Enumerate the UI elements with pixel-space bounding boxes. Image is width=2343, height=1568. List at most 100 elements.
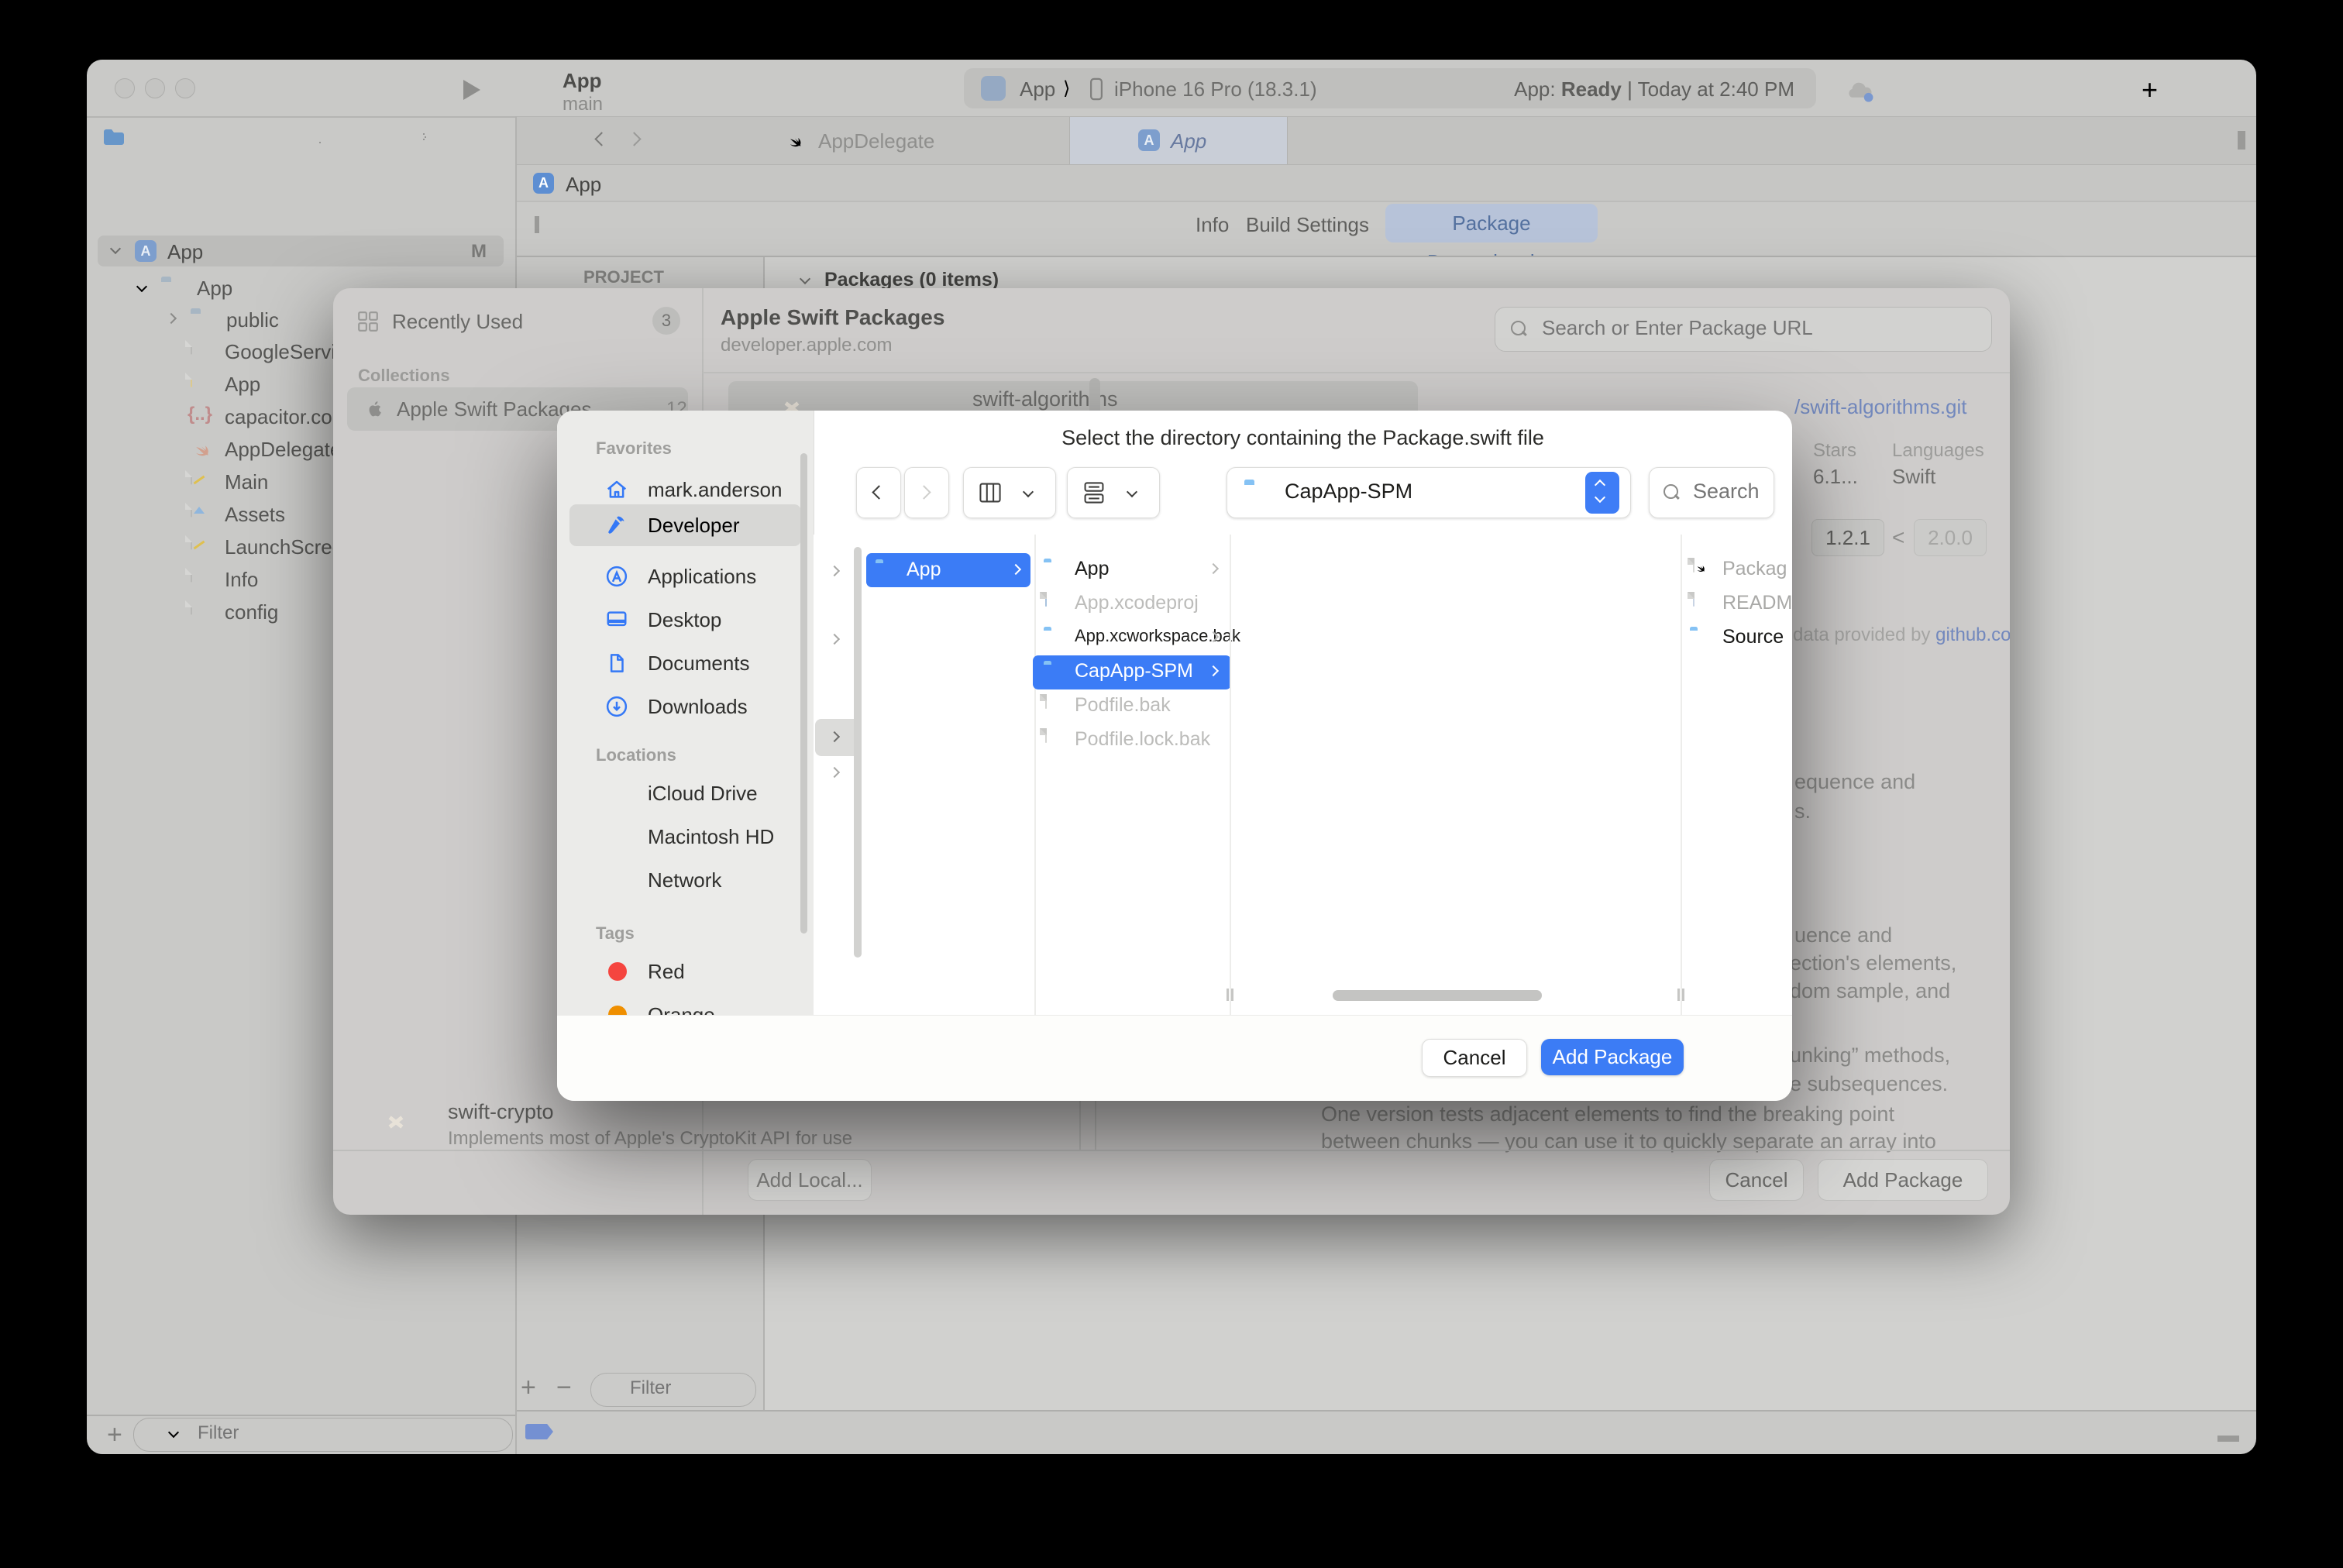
breadcrumb[interactable]: App — [566, 173, 601, 197]
close-button[interactable] — [115, 78, 135, 98]
activity-status-bar[interactable]: App ⟩ iPhone 16 Pro (18.3.1) App: Ready … — [964, 68, 1816, 108]
forward-button[interactable] — [904, 467, 949, 518]
navigator-debug-icon[interactable] — [409, 128, 429, 148]
row-app[interactable]: App — [1036, 553, 1228, 587]
minimap-toggle-icon[interactable] — [530, 211, 550, 238]
navigator-tests-icon[interactable] — [360, 128, 380, 148]
navigator-breakpoint-icon[interactable] — [457, 131, 479, 146]
project-remove-button[interactable]: − — [556, 1373, 572, 1403]
refresh-icon[interactable] — [2169, 129, 2191, 151]
project-add-button[interactable]: + — [521, 1373, 536, 1403]
column-resize-handle[interactable] — [1677, 989, 1680, 1001]
tree-row[interactable]: GoogleService — [191, 339, 192, 352]
path-dropdown[interactable]: CapApp-SPM — [1227, 467, 1631, 518]
tree-row[interactable]: config — [191, 599, 192, 613]
scheme-name[interactable]: App — [563, 69, 602, 93]
horizontal-scrollbar[interactable] — [1333, 990, 1542, 1001]
navigator-bookmark-icon[interactable] — [212, 128, 232, 148]
bottombar-toggle-icon[interactable] — [2216, 1423, 2241, 1443]
sidebar-item-downloads[interactable]: Downloads — [557, 685, 814, 728]
tree-row[interactable]: LaunchScreen — [191, 534, 192, 548]
desc-fragment: e subsequences. — [1790, 1072, 1948, 1096]
plus-minus-icon[interactable] — [492, 1424, 515, 1444]
project-filter-input[interactable] — [628, 1377, 748, 1400]
dialog-add-package-button[interactable]: Add Package — [1541, 1039, 1684, 1075]
package-row[interactable]: swift-crypto Implements most of Apple's … — [333, 1099, 1079, 1150]
tree-row[interactable]: Assets — [191, 501, 192, 515]
navigator-report-icon[interactable] — [487, 128, 507, 148]
group-button[interactable] — [1067, 467, 1160, 518]
project-app-icon: A — [135, 240, 157, 262]
tab-overview-icon[interactable] — [552, 128, 573, 150]
sidebar-item-macintosh-hd[interactable]: Macintosh HD — [557, 815, 814, 858]
dialog-search-input[interactable] — [1691, 479, 1766, 504]
cloud-icon — [604, 782, 628, 804]
row-readme[interactable]: READM — [1682, 587, 1792, 621]
sheet-cancel-button[interactable]: Cancel — [1709, 1159, 1804, 1201]
navigator-folder-icon[interactable] — [102, 126, 126, 148]
column-browser: App App App.xcodeproj App.xcworkspace.ba… — [814, 535, 1792, 1015]
minimize-button[interactable] — [145, 78, 165, 98]
sidebar-item-network[interactable]: Network — [557, 858, 814, 902]
editor-layout-icon[interactable] — [2204, 78, 2235, 101]
dialog-cancel-button[interactable]: Cancel — [1422, 1039, 1527, 1077]
column-resize-handle[interactable] — [1227, 989, 1229, 1001]
status-separator: | — [1627, 77, 1633, 101]
provider-link[interactable]: github.com — [1935, 624, 2010, 645]
disclosure-icon[interactable] — [110, 243, 121, 254]
tab-appdelegate[interactable]: AppDelegate — [818, 129, 934, 153]
column1-row-app-selected[interactable]: App — [866, 553, 1030, 587]
sidebar-item-tag-red[interactable]: Red — [557, 950, 814, 993]
navigator-filter-input[interactable] — [196, 1422, 432, 1445]
toggle-navigator-icon[interactable] — [230, 77, 258, 100]
run-button[interactable] — [463, 80, 480, 100]
inspector-toggle-icon[interactable] — [2219, 129, 2247, 151]
tab-app[interactable]: A App — [1069, 117, 1288, 164]
package-search-field[interactable] — [1495, 307, 1992, 352]
breakpoint-tag-icon[interactable] — [525, 1424, 553, 1439]
tree-row[interactable]: Main — [191, 469, 192, 483]
add-editor-plus-icon[interactable]: + — [2142, 74, 2158, 106]
tree-row[interactable]: Info — [191, 566, 192, 580]
version-from-field[interactable]: 1.2.1 — [1811, 519, 1884, 556]
dialog-search-field[interactable] — [1649, 467, 1774, 518]
sidebar-item-applications[interactable]: Applications — [557, 555, 814, 598]
zoom-button[interactable] — [175, 78, 195, 98]
row-sources[interactable]: Source — [1682, 621, 1792, 655]
languages-label: Languages — [1892, 440, 1984, 462]
document-icon — [605, 652, 628, 675]
row-capapp-spm-selected[interactable]: CapApp-SPM — [1033, 655, 1231, 689]
column-scrollbar[interactable] — [854, 547, 862, 958]
tab-info[interactable]: Info — [1196, 213, 1229, 237]
clock-icon[interactable] — [466, 1424, 486, 1444]
row-app-xcworkspace-bak[interactable]: App.xcworkspace.bak — [1036, 621, 1228, 655]
add-local-button[interactable]: Add Local... — [748, 1159, 872, 1201]
sidebar-item-desktop[interactable]: Desktop — [557, 598, 814, 641]
tab-build-settings[interactable]: Build Settings — [1246, 213, 1369, 237]
navigator-source-control-icon[interactable] — [164, 128, 184, 148]
navigator-add-button[interactable]: + — [107, 1420, 122, 1450]
project-filter-field[interactable] — [590, 1373, 756, 1407]
desktop: App main App ⟩ iPhone 16 Pro (18.3.1) Ap… — [0, 0, 2343, 1568]
tree-row[interactable]: App — [191, 371, 192, 385]
provider-prefix: data provided by — [1793, 624, 1935, 645]
package-search-input[interactable] — [1540, 315, 1977, 341]
sidebar-scrollbar[interactable] — [800, 453, 807, 934]
navigator-filter-field[interactable] — [133, 1418, 513, 1452]
sheet-title: Apple Swift Packages — [721, 305, 944, 330]
navigator-find-icon[interactable] — [260, 128, 280, 148]
version-to-field[interactable]: 2.0.0 — [1914, 519, 1987, 556]
view-mode-button[interactable] — [963, 467, 1056, 518]
sidebar-item-recently-used[interactable]: Recently Used — [392, 310, 523, 334]
sidebar-item-icloud[interactable]: iCloud Drive — [557, 772, 814, 815]
sheet-add-package-button[interactable]: Add Package — [1818, 1159, 1988, 1201]
row-package-swift[interactable]: Packag — [1682, 553, 1792, 587]
navigator-issues-icon[interactable] — [310, 128, 330, 148]
tab-package-dependencies[interactable]: Package Dependencies — [1385, 204, 1598, 242]
sidebar-item-documents[interactable]: Documents — [557, 641, 814, 685]
column2: App App.xcodeproj App.xcworkspace.bak Ca… — [1036, 553, 1228, 940]
package-url-link[interactable]: /swift-algorithms.git — [1794, 395, 1967, 419]
back-button[interactable] — [856, 467, 901, 518]
project-row[interactable]: A App M — [98, 236, 504, 266]
sidebar-item-developer[interactable]: Developer — [569, 504, 801, 546]
